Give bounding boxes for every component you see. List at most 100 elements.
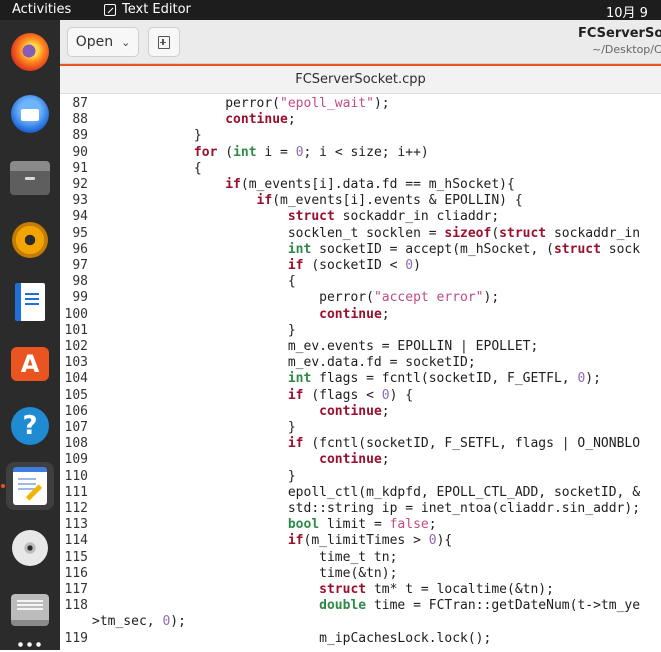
line-number: 102 xyxy=(64,339,88,354)
dock-item-writer[interactable] xyxy=(6,278,54,326)
code-token: i = xyxy=(256,144,296,160)
dock-item-software[interactable]: A xyxy=(6,340,54,388)
code-token: (socketID < xyxy=(303,258,406,273)
code-line: 111 epoll_ctl(m_kdpfd, EPOLL_CTL_ADD, so… xyxy=(60,485,661,501)
code-token: ; xyxy=(381,403,390,419)
show-apps-icon[interactable] xyxy=(16,640,44,652)
code-token: (m_limitTimes > xyxy=(303,533,429,549)
line-code: int socketID = accept(m_hSocket, (struct… xyxy=(88,242,640,258)
dock-item-files[interactable] xyxy=(6,154,54,202)
code-token: if xyxy=(287,436,304,452)
code-line: 94 struct sockaddr_in cliaddr; xyxy=(60,209,661,225)
code-token: m_ipCachesLock.lock(); xyxy=(100,630,492,646)
code-line: 88 continue; xyxy=(60,112,661,128)
code-token: { xyxy=(100,160,202,176)
line-code: if (socketID < 0) xyxy=(88,258,421,274)
line-number: 109 xyxy=(64,452,88,468)
code-line: 87 perror("epoll_wait"); xyxy=(60,96,661,112)
line-code: m_ev.events = EPOLLIN | EPOLLET; xyxy=(88,339,538,355)
line-number: 108 xyxy=(64,436,88,452)
code-token: (fcntl(socketID, F_SETFL, flags | O_NONB… xyxy=(303,436,641,452)
code-line: 92 if(m_events[i].data.fd == m_hSocket){ xyxy=(60,177,661,193)
line-code: for (int i = 0; i < size; i++) xyxy=(88,145,429,161)
dock-item-text-editor[interactable] xyxy=(6,462,54,510)
open-button[interactable]: Open ⌄ xyxy=(67,27,139,57)
code-token: continue xyxy=(319,403,382,419)
code-token: ( xyxy=(491,225,500,241)
code-token: ){ xyxy=(436,533,453,549)
dock-item-firefox[interactable] xyxy=(6,28,54,76)
code-line: >tm_sec, 0); xyxy=(60,614,661,630)
line-code: continue; xyxy=(88,403,390,420)
code-token: ); xyxy=(483,290,500,306)
code-line: 99 perror("accept error"); xyxy=(60,290,661,306)
code-token: socklen_t socklen = xyxy=(100,225,445,241)
line-number: 114 xyxy=(64,533,88,549)
line-number: 101 xyxy=(64,322,88,338)
dock-item-rhythmbox[interactable] xyxy=(6,216,54,264)
code-line: 107 } xyxy=(60,420,661,436)
code-token: for xyxy=(193,144,218,160)
code-token: } xyxy=(100,468,296,484)
code-line: 101 } xyxy=(60,323,661,339)
software-store-icon: A xyxy=(11,347,49,381)
dock-item-drive[interactable] xyxy=(6,586,54,634)
tab-label: FCServerSocket.cpp xyxy=(295,71,426,87)
tab-strip: FCServerSocket.cpp xyxy=(60,64,661,94)
code-editor[interactable]: 87 perror("epoll_wait"); 88 continue; 89 }… xyxy=(60,94,661,650)
text-editor-icon xyxy=(13,467,47,505)
dock-item-thunderbird[interactable] xyxy=(6,90,54,138)
code-line: 97 if (socketID < 0) xyxy=(60,258,661,274)
dock-item-disc[interactable] xyxy=(6,524,54,572)
line-number: 92 xyxy=(72,177,88,192)
line-code: m_ipCachesLock.lock(); xyxy=(88,631,491,647)
code-line: 118 double time = FCTran::getDateNum(t->… xyxy=(60,598,661,614)
code-token: if xyxy=(256,193,273,209)
code-line: 95 socklen_t socklen = sizeof(struct soc… xyxy=(60,226,661,242)
code-line: 102 m_ev.events = EPOLLIN | EPOLLET; xyxy=(60,339,661,355)
code-token: struct xyxy=(287,209,335,225)
code-line: 89 } xyxy=(60,128,661,144)
line-code: perror("accept error"); xyxy=(88,290,499,306)
line-code: m_ev.data.fd = socketID; xyxy=(88,355,476,371)
header-bar: Open ⌄ FCServerSoc ~/Desktop/C xyxy=(60,20,661,64)
rhythmbox-icon xyxy=(12,222,48,258)
line-number: 118 xyxy=(64,598,88,614)
line-code: socklen_t socklen = sizeof(struct sockad… xyxy=(88,226,640,242)
code-token: 0 xyxy=(428,533,437,549)
new-document-button[interactable] xyxy=(148,27,180,57)
line-number: 119 xyxy=(64,630,88,646)
code-token: int xyxy=(233,144,257,160)
line-number: 113 xyxy=(64,517,88,533)
line-number: 99 xyxy=(72,290,88,306)
code-token: 0 xyxy=(381,387,390,403)
line-number: 94 xyxy=(72,209,88,225)
dock-item-help[interactable]: ? xyxy=(6,402,54,450)
activities-button[interactable]: Activities xyxy=(12,2,71,17)
tab-fcserversocket[interactable]: FCServerSocket.cpp xyxy=(60,64,661,94)
code-token: ) { xyxy=(389,387,414,403)
code-token: } xyxy=(100,322,296,338)
line-code: } xyxy=(88,420,296,436)
line-number: 107 xyxy=(64,420,88,435)
code-token: >tm_sec, xyxy=(92,614,163,630)
line-number: 97 xyxy=(72,258,88,273)
clock[interactable]: 10月 9 xyxy=(606,2,648,21)
code-token: if xyxy=(287,533,304,549)
code-token: sock xyxy=(600,241,641,257)
line-code: double time = FCTran::getDateNum(t->tm_y… xyxy=(88,598,640,614)
code-token: ; i < size; i++) xyxy=(303,144,429,160)
chevron-down-icon: ⌄ xyxy=(121,35,131,49)
dock: A ? xyxy=(0,20,60,652)
app-menu[interactable]: Text Editor xyxy=(104,2,191,17)
code-line: 109 continue; xyxy=(60,452,661,468)
code-token: int xyxy=(287,241,312,257)
writer-icon xyxy=(15,283,45,321)
